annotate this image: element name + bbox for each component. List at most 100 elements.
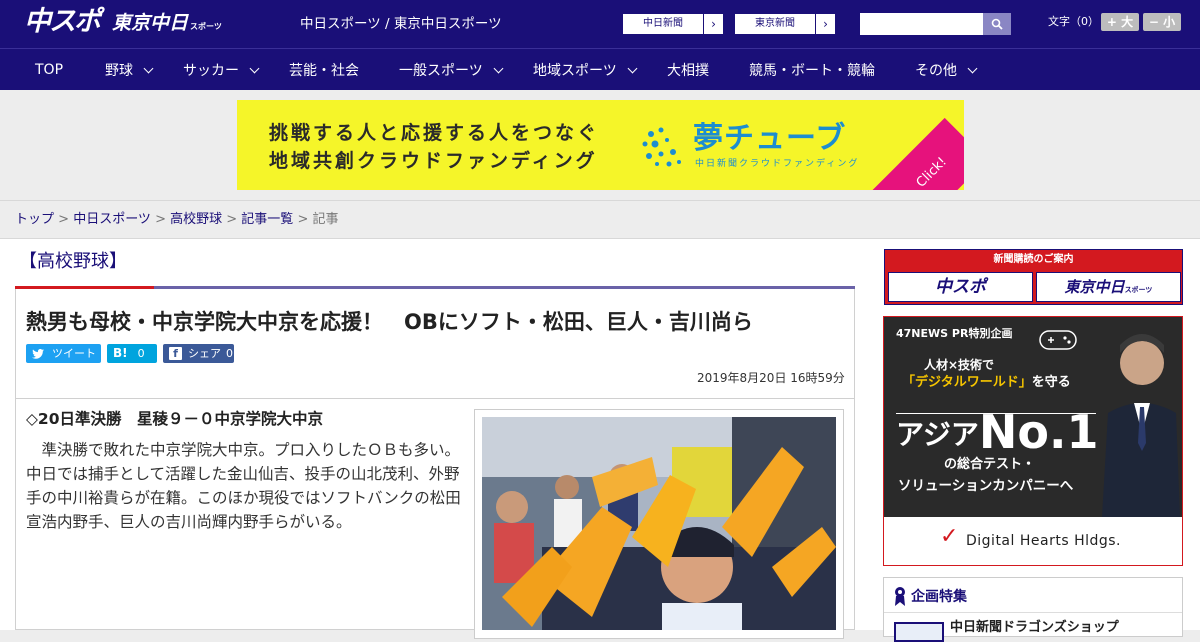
article-date: 2019年8月20日 16時59分 xyxy=(697,371,845,385)
breadcrumb-top[interactable]: トップ xyxy=(15,212,54,227)
search-button[interactable] xyxy=(983,13,1011,35)
special-features-box: 企画特集 中日新聞ドラゴンズショップ xyxy=(883,577,1183,642)
pr-ad-headline: アジアNo.1 xyxy=(896,409,1098,455)
hatena-bookmark-icon: B! xyxy=(113,346,128,360)
breadcrumb-current: 記事 xyxy=(312,212,339,227)
chevron-down-icon xyxy=(967,63,978,73)
chevron-down-icon xyxy=(493,63,504,73)
font-size-label: 文字（0） xyxy=(1048,15,1099,28)
top-header: 中スポ 東京中日 スポーツ 中日スポーツ / 東京中日スポーツ 中日新聞 › 東京… xyxy=(0,0,1200,48)
special-features-header: 企画特集 xyxy=(884,578,1182,613)
yume-tube-dots-icon xyxy=(642,127,681,167)
subscribe-tokyo-chunichi-logo[interactable]: 東京中日スポーツ xyxy=(1036,272,1181,302)
twitter-icon xyxy=(32,348,44,359)
ad-line-2: 地域共創クラウドファンディング xyxy=(269,150,598,172)
ad-line-1: 挑戦する人と応援する人をつなぐ xyxy=(269,122,600,144)
tokyo-chunichi-logo[interactable]: 東京中日 スポーツ xyxy=(112,11,222,39)
tokyo-chunichi-logo-small: スポーツ xyxy=(190,22,222,31)
article-body: 準決勝で敗れた中京学院大中京。プロ入りしたＯＢも多い。中日では捕手として活躍した… xyxy=(26,441,461,531)
yume-tube-ad-banner[interactable]: 挑戦する人と応援する人をつなぐ 地域共創クラウドファンディング 夢チューブ 中日… xyxy=(237,100,964,190)
category-title: 【高校野球】 xyxy=(19,251,127,272)
chuspo-logo[interactable]: 中スポ xyxy=(24,6,101,38)
article-headline: 熱男も母校・中京学院大中京を応援！ OBにソフト・松田、巨人・吉川尚ら xyxy=(26,310,753,334)
pr-ad-tag: 47NEWS PR特別企画 xyxy=(896,327,1013,340)
nav-item-baseball[interactable]: 野球 xyxy=(105,49,154,91)
nav-label: その他 xyxy=(915,63,957,79)
hatena-count: 0 xyxy=(137,347,145,360)
subscription-title: 新聞購読のご案内 xyxy=(993,254,1074,265)
pr-ad-line-2: 「デジタルワールド」を守る xyxy=(902,375,1071,391)
facebook-count: 0 xyxy=(226,347,233,360)
pr-ad-headline-a: アジア xyxy=(896,418,979,451)
nav-label: TOP xyxy=(35,62,64,78)
chevron-down-icon xyxy=(249,63,260,73)
dragons-shop-thumbnail[interactable] xyxy=(894,622,944,642)
ribbon-icon xyxy=(895,587,905,606)
breadcrumb-separator: > xyxy=(222,212,242,227)
search-input[interactable] xyxy=(860,13,983,35)
article-subhead: ◇20日準決勝 星稜９－０中京学院大中京 xyxy=(26,410,323,428)
tokyo-shimbun-link[interactable]: 東京新聞 › xyxy=(734,13,836,35)
facebook-share-label: シェア xyxy=(188,347,221,360)
pr-company-name: Digital Hearts Hldgs. xyxy=(966,533,1121,549)
chevron-right-icon: › xyxy=(815,14,835,34)
nav-item-sumo[interactable]: 大相撲 xyxy=(667,49,709,91)
nav-label: 野球 xyxy=(105,63,133,79)
hatena-bookmark-button[interactable]: B! 0 xyxy=(107,344,157,363)
gamepad-icon xyxy=(1039,330,1077,350)
subscription-banner[interactable]: 新聞購読のご案内 中スポ 東京中日スポーツ xyxy=(884,249,1183,305)
nav-item-regional-sports[interactable]: 地域スポーツ xyxy=(533,49,638,91)
article-photo[interactable] xyxy=(482,417,836,630)
nav-item-general-sports[interactable]: 一般スポーツ xyxy=(399,49,504,91)
font-larger-button[interactable]: + 大 xyxy=(1101,13,1139,31)
ad-subtitle: 中日新聞クラウドファンディング xyxy=(695,159,860,169)
nav-label: 競馬・ボート・競輪 xyxy=(749,63,875,79)
font-smaller-button[interactable]: − 小 xyxy=(1143,13,1181,31)
digital-hearts-pr-ad[interactable]: 47NEWS PR特別企画 人材×技術で 「デジタルワールド」を守る アジアNo… xyxy=(883,316,1183,566)
pr-ad-highlight: 「デジタルワールド」 xyxy=(902,375,1032,390)
breadcrumb: トップ > 中日スポーツ > 高校野球 > 記事一覧 > 記事 xyxy=(0,200,1200,239)
breadcrumb-article-list[interactable]: 記事一覧 xyxy=(241,212,293,227)
chevron-down-icon xyxy=(627,63,638,73)
facebook-share-button[interactable]: f シェア 0 xyxy=(163,344,234,363)
breadcrumb-high-school-baseball[interactable]: 高校野球 xyxy=(170,212,222,227)
nav-item-racing[interactable]: 競馬・ボート・競輪 xyxy=(749,49,875,91)
pr-ad-line-2-rest: を守る xyxy=(1031,375,1071,390)
nav-item-other[interactable]: その他 xyxy=(915,49,978,91)
checkmark-logo-icon: ✓ xyxy=(940,524,959,549)
pr-ad-headline-b: No.1 xyxy=(978,405,1099,459)
nav-label: 芸能・社会 xyxy=(289,63,359,79)
nav-item-entertainment[interactable]: 芸能・社会 xyxy=(289,49,359,91)
special-features-title: 企画特集 xyxy=(911,589,967,605)
pr-ad-line-1: 人材×技術で xyxy=(924,358,995,372)
nav-label: 大相撲 xyxy=(667,63,709,79)
dragons-shop-link[interactable]: 中日新聞ドラゴンズショップ xyxy=(950,620,1119,636)
article-divider xyxy=(16,398,854,399)
businessman-photo xyxy=(1102,334,1180,517)
nav-item-soccer[interactable]: サッカー xyxy=(183,49,260,91)
subscribe-chuspo-logo[interactable]: 中スポ xyxy=(888,272,1033,302)
chunichi-shimbun-label: 中日新聞 xyxy=(643,18,683,29)
cheering-crowd-photo xyxy=(482,417,836,630)
nav-item-top[interactable]: TOP xyxy=(35,49,63,91)
tweet-label: ツイート xyxy=(52,347,96,360)
subscribe-tokyo-logo-text: 東京中日 xyxy=(1064,278,1125,296)
breadcrumb-separator: > xyxy=(293,212,313,227)
site-title[interactable]: 中日スポーツ / 東京中日スポーツ xyxy=(300,15,502,33)
tokyo-chunichi-logo-text: 東京中日 xyxy=(112,12,189,34)
chevron-right-icon: › xyxy=(703,14,723,34)
breadcrumb-separator: > xyxy=(54,212,74,227)
breadcrumb-separator: > xyxy=(150,212,171,227)
facebook-icon: f xyxy=(169,347,182,360)
tokyo-shimbun-label: 東京新聞 xyxy=(755,18,795,29)
chunichi-shimbun-link[interactable]: 中日新聞 › xyxy=(622,13,724,35)
subscribe-tokyo-logo-small: スポーツ xyxy=(1124,286,1153,294)
nav-label: 一般スポーツ xyxy=(399,63,483,79)
search-icon xyxy=(991,18,1003,30)
chevron-down-icon xyxy=(143,63,154,73)
nav-label: 地域スポーツ xyxy=(533,63,617,79)
main-nav: TOP 野球 サッカー 芸能・社会 一般スポーツ 地域スポーツ 大相撲 競馬・ボ… xyxy=(0,48,1200,90)
tweet-button[interactable]: ツイート xyxy=(26,344,101,363)
pr-ad-line-3: の総合テスト・ xyxy=(944,457,1036,472)
breadcrumb-chunichi-sports[interactable]: 中日スポーツ xyxy=(73,212,151,227)
